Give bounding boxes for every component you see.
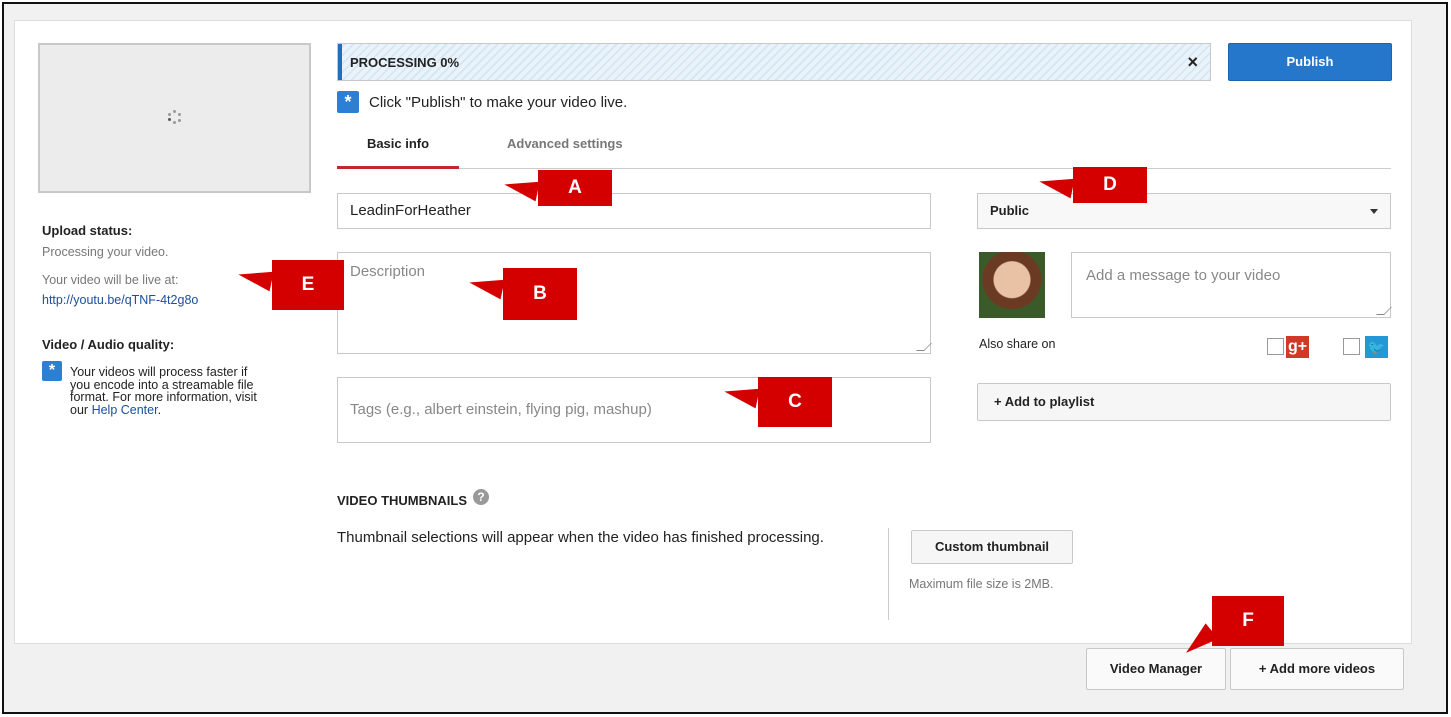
upload-status-text: Processing your video. — [42, 245, 169, 259]
share-message-input[interactable]: Add a message to your video — [1071, 252, 1392, 318]
info-star-icon: * — [337, 91, 359, 113]
callout-f: F — [1212, 596, 1284, 646]
publish-button[interactable]: Publish — [1228, 43, 1392, 81]
live-at-text: Your video will be live at: — [42, 273, 179, 287]
video-url-link[interactable]: http://youtu.be/qTNF-4t2g8o — [42, 293, 198, 307]
help-icon[interactable]: ? — [473, 488, 489, 505]
title-input[interactable]: LeadinForHeather — [337, 193, 931, 229]
twitter-icon: 🐦 — [1365, 336, 1388, 358]
twitter-share-checkbox[interactable] — [1343, 338, 1360, 355]
quality-heading: Video / Audio quality: — [42, 337, 175, 352]
progress-label: PROCESSING 0% — [350, 55, 460, 70]
avatar — [979, 252, 1045, 318]
upload-card: Upload status: Processing your video. Yo… — [14, 20, 1412, 644]
processing-progress-bar: PROCESSING 0% × — [337, 43, 1211, 81]
privacy-selected-value: Public — [990, 203, 1030, 218]
tab-bar: Basic info Advanced settings — [337, 129, 1391, 169]
max-file-size-text: Maximum file size is 2MB. — [909, 577, 1054, 591]
chevron-down-icon — [1370, 209, 1378, 214]
resize-handle-icon[interactable] — [1376, 307, 1392, 315]
description-input[interactable]: Description — [337, 252, 932, 354]
thumbnails-info-text: Thumbnail selections will appear when th… — [337, 529, 824, 546]
help-center-link[interactable]: Help Center — [92, 403, 158, 417]
callout-b: B — [503, 268, 577, 320]
callout-c: C — [758, 377, 832, 427]
privacy-select[interactable]: Public — [977, 193, 1391, 229]
video-preview — [38, 43, 311, 193]
thumbnails-heading-text: VIDEO THUMBNAILS — [337, 493, 467, 508]
upload-status-heading: Upload status: — [42, 223, 133, 238]
gplus-share-checkbox[interactable] — [1267, 338, 1284, 355]
add-to-playlist-button[interactable]: + Add to playlist — [977, 383, 1391, 421]
custom-thumbnail-button[interactable]: Custom thumbnail — [911, 530, 1073, 564]
close-icon[interactable]: × — [1187, 52, 1198, 73]
resize-handle-icon[interactable] — [916, 343, 932, 351]
tab-basic-info[interactable]: Basic info — [337, 129, 459, 169]
video-manager-button[interactable]: Video Manager — [1086, 648, 1226, 690]
tags-input[interactable]: Tags (e.g., albert einstein, flying pig,… — [337, 377, 931, 443]
also-share-on-label: Also share on — [979, 337, 1056, 351]
callout-d: D — [1073, 167, 1147, 203]
help-period: . — [157, 402, 162, 417]
callout-a: A — [538, 170, 612, 206]
divider — [888, 528, 889, 620]
google-plus-icon: g+ — [1286, 336, 1309, 358]
publish-hint: * Click "Publish" to make your video liv… — [337, 91, 627, 113]
share-message-placeholder: Add a message to your video — [1086, 267, 1281, 284]
description-placeholder: Description — [350, 263, 426, 280]
publish-hint-text: Click "Publish" to make your video live. — [369, 93, 628, 111]
tab-advanced-settings[interactable]: Advanced settings — [507, 129, 623, 169]
info-star-icon: * — [42, 361, 62, 381]
progress-fill — [338, 44, 342, 80]
loading-spinner-icon — [168, 110, 182, 124]
video-thumbnails-heading: VIDEO THUMBNAILS ? — [337, 488, 489, 508]
callout-e: E — [272, 260, 344, 310]
add-more-videos-button[interactable]: + Add more videos — [1230, 648, 1404, 690]
